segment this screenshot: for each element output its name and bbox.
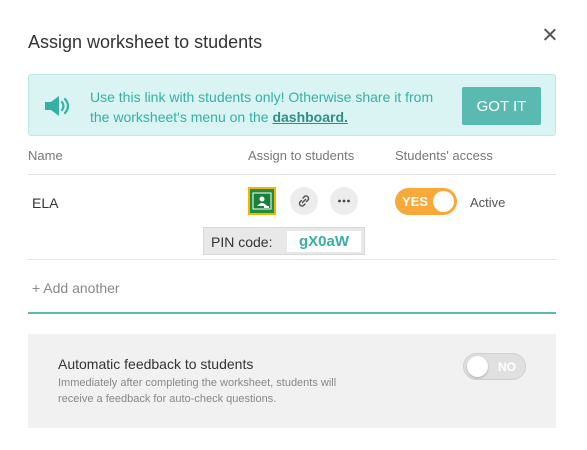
close-icon[interactable] (541, 26, 559, 44)
header-divider (28, 174, 556, 175)
google-classroom-icon (252, 192, 272, 210)
pin-code-box: PIN code: gX0aW (203, 227, 365, 255)
feedback-description: Immediately after completing the workshe… (58, 377, 337, 405)
pin-code-value[interactable]: gX0aW (287, 231, 361, 252)
dialog-title: Assign worksheet to students (28, 32, 263, 52)
add-another-button[interactable]: + Add another (32, 280, 120, 296)
access-status: Active (470, 195, 506, 210)
class-name: ELA (32, 195, 59, 211)
feedback-toggle-label: NO (498, 360, 516, 374)
got-it-button[interactable]: GOT IT (462, 87, 541, 125)
toggle-knob (467, 356, 488, 377)
column-header-access: Students' access (395, 148, 493, 163)
google-classroom-button[interactable] (248, 187, 276, 215)
copy-link-button[interactable] (290, 187, 318, 215)
feedback-toggle[interactable]: NO (463, 353, 526, 380)
access-toggle-label: YES (402, 194, 429, 209)
access-toggle[interactable]: YES (395, 188, 457, 215)
speaker-icon (45, 96, 70, 116)
link-icon (298, 195, 310, 207)
dashboard-link[interactable]: dashboard. (272, 109, 347, 125)
feedback-panel: Automatic feedback to students Immediate… (28, 334, 556, 428)
add-another-underline (28, 312, 556, 314)
more-icon (338, 199, 350, 203)
banner-text: Use this link with students only! Otherw… (90, 89, 434, 125)
column-header-assign: Assign to students (248, 148, 355, 163)
info-banner: Use this link with students only! Otherw… (28, 74, 556, 136)
banner-message: Use this link with students only! Otherw… (90, 87, 450, 127)
row-divider (28, 259, 556, 260)
toggle-knob (433, 191, 454, 212)
more-options-button[interactable] (330, 187, 358, 215)
feedback-title: Automatic feedback to students (58, 356, 254, 372)
column-header-name: Name (28, 148, 63, 163)
pin-code-label: PIN code: (211, 234, 273, 250)
